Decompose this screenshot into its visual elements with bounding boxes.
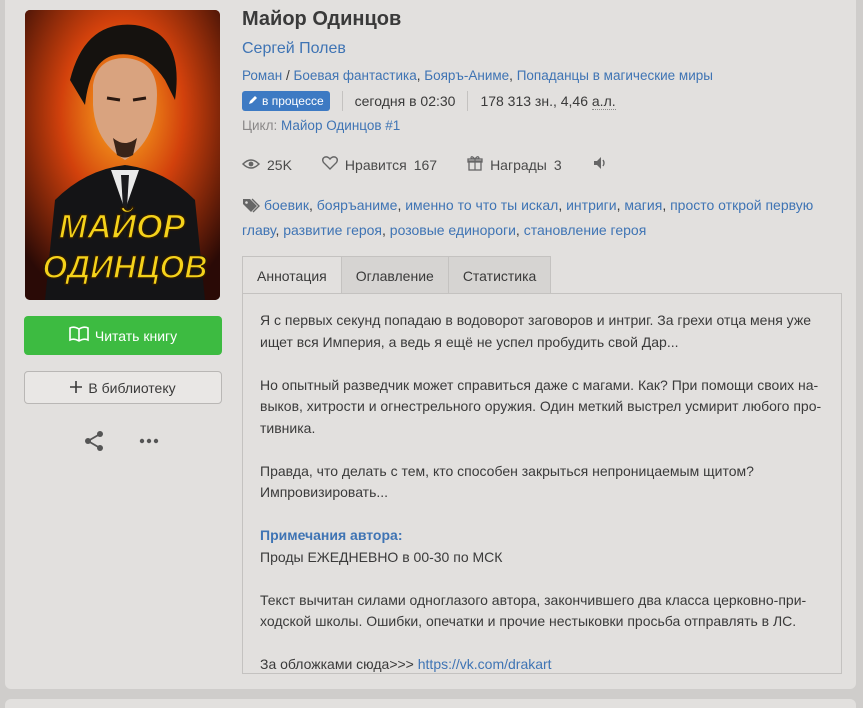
tab-contents[interactable]: Оглавление <box>340 256 449 294</box>
tag-link[interactable]: магия <box>624 197 662 213</box>
likes-label: Нравится <box>344 156 407 173</box>
add-to-library-button[interactable]: В библиотеку <box>24 371 222 404</box>
divider <box>341 91 343 111</box>
annotation-panel: Я с первых секунд попадаю в водоворот за… <box>242 293 842 674</box>
book-open-icon <box>69 326 89 345</box>
cover-title-line1: МАЙОР <box>59 207 186 246</box>
heart-icon <box>321 156 338 173</box>
book-size-value: 178 313 зн., 4,46 <box>480 93 592 109</box>
annotation-paragraph: Правда, что делать с тем, кто способен з… <box>260 461 824 504</box>
awards-count: 3 <box>553 156 562 173</box>
add-to-library-label: В библиотеку <box>88 379 176 396</box>
next-card <box>5 699 856 708</box>
tag-link[interactable]: именно то что ты искал <box>405 197 558 213</box>
annotation-line: Правда, что делать с тем, кто способен з… <box>260 462 754 479</box>
updated-time: сегодня в 02:30 <box>354 93 456 109</box>
plus-icon <box>70 380 83 396</box>
likes-count: 167 <box>413 156 438 173</box>
genre-link[interactable]: Роман <box>242 68 282 83</box>
views-stat: 25K <box>241 156 292 173</box>
stats-row: 25K Нравится 167 Награды 3 <box>241 155 638 174</box>
gift-icon <box>467 155 483 174</box>
views-count: 25K <box>267 156 292 173</box>
tag-link[interactable]: интриги <box>566 197 617 213</box>
annotation-paragraph: Но опытный разведчик может справиться да… <box>260 375 824 440</box>
genre-link[interactable]: Попаданцы в магические миры <box>517 68 713 83</box>
cover-title-line2: ОДИНЦОВ <box>42 249 207 285</box>
genre-link[interactable]: Бояръ-Аниме <box>424 68 509 83</box>
more-icon[interactable] <box>137 432 161 450</box>
share-icon[interactable] <box>83 430 105 452</box>
tag-link[interactable]: становление героя <box>524 222 647 238</box>
covers-link[interactable]: https://vk.com/drakart <box>418 656 552 672</box>
author-notes: Примечания автора: Проды ЕЖЕДНЕВНО в 00-… <box>260 525 824 568</box>
covers-text: За обложками сюда>>> <box>260 656 418 672</box>
annotation-line: тивника. <box>260 419 316 436</box>
annotation-line: выков, хитрости и огнестрельного оружия.… <box>260 398 822 414</box>
tag-icon <box>242 197 260 219</box>
status-badge: в процессе <box>242 91 330 111</box>
pencil-icon <box>248 94 258 108</box>
tag-link[interactable]: развитие героя <box>283 222 382 238</box>
status-row: в процессе сегодня в 02:30 178 313 зн., … <box>242 91 616 111</box>
cycle-link[interactable]: Майор Одинцов #1 <box>281 118 400 133</box>
tags-list: боевик, бояръаниме, именно то что ты иск… <box>242 197 814 238</box>
cycle-line: Цикл: Майор Одинцов #1 <box>242 118 400 133</box>
tag-link[interactable]: бояръаниме <box>317 197 398 213</box>
annotation-paragraph: Я с первых секунд попадаю в водоворот за… <box>260 310 824 353</box>
awards-label: Награды <box>490 156 547 173</box>
status-badge-label: в процессе <box>262 94 324 108</box>
genre-separator: / <box>285 68 290 83</box>
tag-link[interactable]: розовые единороги <box>390 222 516 238</box>
book-title: Майор Одинцов <box>242 8 402 30</box>
tab-statistics[interactable]: Статистика <box>447 256 552 294</box>
genres-line: Роман / Боевая фантастика, Бояръ-Аниме, … <box>242 68 713 83</box>
read-book-button[interactable]: Читать книгу <box>24 316 222 355</box>
annotation-line: Текст вычитан силами одноглазого автора,… <box>260 591 807 608</box>
annotation-line: ходской школы. Ошибки, опечатки и прочие… <box>260 613 797 629</box>
author-notes-heading: Примечания автора: <box>260 527 403 543</box>
author-link[interactable]: Сергей Полев <box>242 40 346 58</box>
annotation-line: Проды ЕЖЕДНЕВНО в 00-30 по МСК <box>260 548 503 565</box>
annotation-paragraph: Текст вычитан силами одноглазого автора,… <box>260 590 824 633</box>
tabs: Аннотация Оглавление Статистика <box>242 256 552 294</box>
annotation-line: Импровизировать... <box>260 484 389 500</box>
likes-stat[interactable]: Нравится 167 <box>321 156 438 173</box>
read-book-label: Читать книгу <box>94 327 178 344</box>
eye-icon <box>241 157 261 173</box>
speaker-icon[interactable] <box>592 156 608 173</box>
annotation-line: Я с первых секунд попадаю в водоворот за… <box>260 312 811 328</box>
annotation-line: ищет вся Империя, а ведь я ещё не успел … <box>260 333 679 350</box>
awards-stat[interactable]: Награды 3 <box>467 155 562 174</box>
book-size: 178 313 зн., 4,46 а.л. <box>480 93 616 110</box>
annotation-paragraph: За обложками сюда>>> https://vk.com/drak… <box>260 654 824 676</box>
annotation-line: Но опытный разведчик может справиться да… <box>260 376 819 393</box>
divider <box>467 91 469 111</box>
audio-stat[interactable] <box>592 156 608 173</box>
cycle-label: Цикл: <box>242 118 278 133</box>
genre-link[interactable]: Боевая фантастика <box>293 68 416 83</box>
tag-link[interactable]: боевик <box>264 197 309 213</box>
tab-annotation[interactable]: Аннотация <box>242 256 342 294</box>
book-cover[interactable]: МАЙОР ОДИНЦОВ <box>25 10 220 300</box>
book-size-unit: а.л. <box>591 93 616 110</box>
